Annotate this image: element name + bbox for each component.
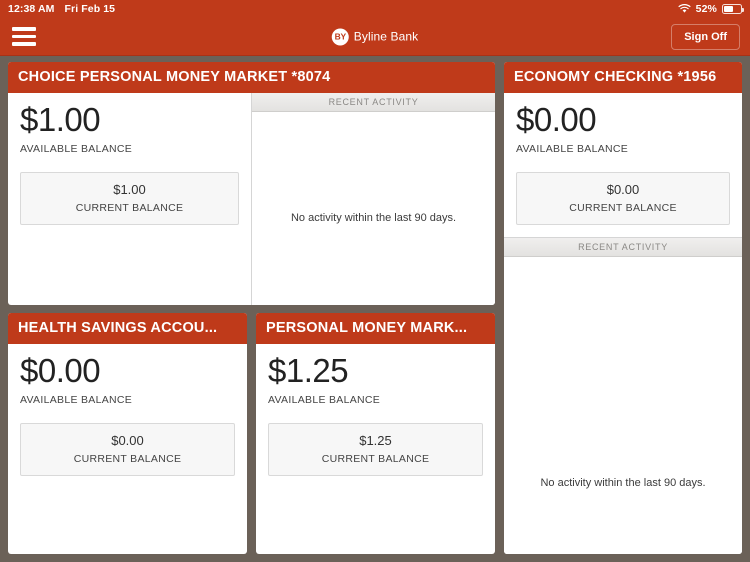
accounts-board: CHOICE PERSONAL MONEY MARKET *8074 $1.00… [0, 56, 750, 562]
current-balance-amount: $1.25 [359, 432, 392, 448]
wifi-icon [678, 4, 691, 13]
available-balance-amount: $0.00 [20, 352, 101, 389]
recent-activity-pane: RECENT ACTIVITY No activity within the l… [504, 236, 742, 554]
current-balance-box[interactable]: $0.00 CURRENT BALANCE [20, 422, 235, 476]
accounts-left-column: CHOICE PERSONAL MONEY MARKET *8074 $1.00… [8, 62, 495, 554]
available-balance-label: AVAILABLE BALANCE [20, 142, 133, 155]
available-balance-amount: $1.25 [268, 352, 349, 389]
account-card-title: HEALTH SAVINGS ACCOU... [8, 313, 247, 344]
status-bar-time: 12:38 AM [8, 3, 55, 15]
battery-icon [722, 4, 744, 14]
balance-pane: $1.00 AVAILABLE BALANCE $1.00 CURRENT BA… [8, 93, 251, 305]
account-card[interactable]: CHOICE PERSONAL MONEY MARKET *8074 $1.00… [8, 62, 495, 305]
accounts-bottom-row: HEALTH SAVINGS ACCOU... $0.00 AVAILABLE … [8, 313, 495, 554]
current-balance-box[interactable]: $0.00 CURRENT BALANCE [516, 171, 730, 225]
account-card-title: PERSONAL MONEY MARK... [256, 313, 495, 344]
current-balance-label: CURRENT BALANCE [569, 201, 677, 214]
recent-activity-pane: RECENT ACTIVITY No activity within the l… [251, 93, 495, 305]
recent-activity-body: No activity within the last 90 days. [252, 112, 495, 305]
account-card[interactable]: PERSONAL MONEY MARK... $1.25 AVAILABLE B… [256, 313, 495, 554]
no-activity-message: No activity within the last 90 days. [290, 212, 457, 225]
hamburger-menu-icon[interactable] [10, 26, 38, 48]
app-header: BY Byline Bank Sign Off [0, 18, 750, 56]
current-balance-box[interactable]: $1.25 CURRENT BALANCE [268, 422, 483, 476]
byline-bank-logo-icon: BY [331, 28, 349, 45]
current-balance-amount: $0.00 [606, 181, 640, 197]
account-card-title: ECONOMY CHECKING *1956 [504, 62, 742, 93]
sign-off-button[interactable]: Sign Off [671, 23, 740, 50]
account-card-body: $1.00 AVAILABLE BALANCE $1.00 CURRENT BA… [8, 93, 495, 305]
recent-activity-body: No activity within the last 90 days. [504, 256, 742, 554]
account-card-body: $0.00 AVAILABLE BALANCE $0.00 CURRENT BA… [504, 93, 742, 554]
account-card-title: CHOICE PERSONAL MONEY MARKET *8074 [8, 62, 495, 93]
balance-pane: $0.00 AVAILABLE BALANCE $0.00 CURRENT BA… [504, 93, 742, 237]
available-balance-label: AVAILABLE BALANCE [516, 142, 629, 155]
available-balance-amount: $0.00 [516, 101, 597, 138]
current-balance-label: CURRENT BALANCE [321, 452, 430, 465]
current-balance-box[interactable]: $1.00 CURRENT BALANCE [20, 171, 239, 225]
no-activity-message: No activity within the last 90 days. [540, 476, 706, 489]
account-card-body: $1.25 AVAILABLE BALANCE $1.25 CURRENT BA… [256, 344, 495, 554]
balance-pane: $1.25 AVAILABLE BALANCE $1.25 CURRENT BA… [256, 344, 495, 554]
balance-pane: $0.00 AVAILABLE BALANCE $0.00 CURRENT BA… [8, 344, 247, 554]
recent-activity-header: RECENT ACTIVITY [252, 93, 495, 112]
accounts-right-column: ECONOMY CHECKING *1956 $0.00 AVAILABLE B… [504, 62, 742, 554]
account-card[interactable]: HEALTH SAVINGS ACCOU... $0.00 AVAILABLE … [8, 313, 247, 554]
brand-logo: BY Byline Bank [331, 28, 419, 45]
battery-percent-label: 52% [695, 3, 717, 15]
current-balance-label: CURRENT BALANCE [75, 201, 184, 214]
available-balance-amount: $1.00 [20, 101, 101, 138]
current-balance-label: CURRENT BALANCE [73, 452, 182, 465]
account-card[interactable]: ECONOMY CHECKING *1956 $0.00 AVAILABLE B… [504, 62, 742, 554]
status-bar-date: Fri Feb 15 [64, 3, 116, 15]
status-bar: 12:38 AM Fri Feb 15 52% [0, 0, 750, 18]
current-balance-amount: $1.00 [113, 181, 146, 197]
available-balance-label: AVAILABLE BALANCE [268, 393, 381, 406]
brand-name: Byline Bank [353, 29, 419, 44]
status-bar-indicators: 52% [678, 3, 744, 15]
recent-activity-header: RECENT ACTIVITY [504, 237, 742, 257]
available-balance-label: AVAILABLE BALANCE [20, 393, 133, 406]
current-balance-amount: $0.00 [111, 432, 144, 448]
account-card-body: $0.00 AVAILABLE BALANCE $0.00 CURRENT BA… [8, 344, 247, 554]
